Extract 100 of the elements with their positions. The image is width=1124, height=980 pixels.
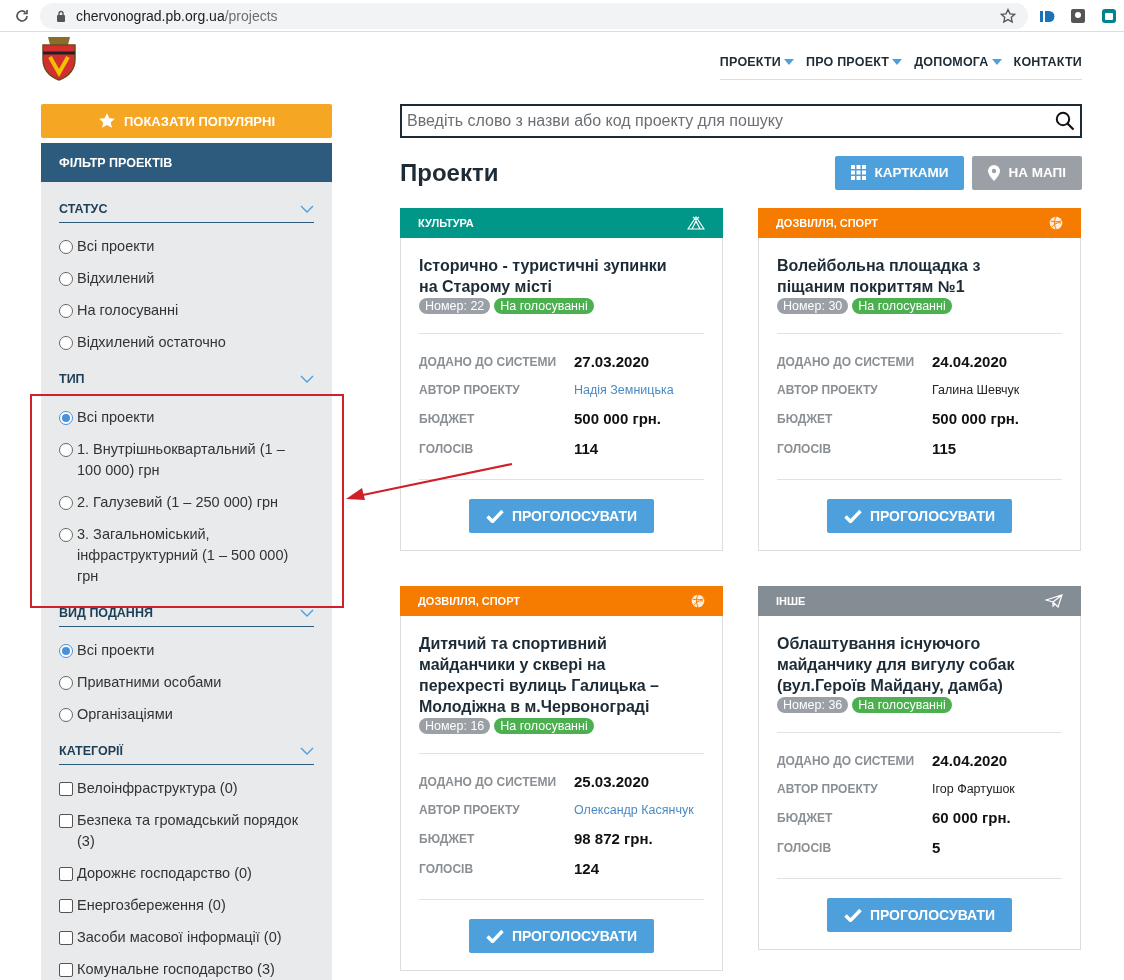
checkmark-icon — [843, 908, 862, 922]
project-title[interactable]: Волейбольна площадка з піщаним покриттям №1 — [777, 255, 1041, 297]
field-value: 500 000 грн. — [932, 410, 1021, 427]
radio-button[interactable] — [59, 411, 73, 425]
lock-icon — [56, 9, 66, 22]
section-title: ТИП — [59, 372, 85, 386]
option-label: Дорожнє господарство (0) — [77, 864, 252, 883]
coat-of-arms-logo[interactable] — [40, 35, 78, 81]
radio-button[interactable] — [59, 644, 73, 658]
field-value: 115 — [932, 440, 958, 457]
nav-link[interactable]: КОНТАКТИ — [1013, 55, 1082, 69]
field-label: БЮДЖЕТ — [419, 831, 476, 846]
field-label: БЮДЖЕТ — [419, 411, 476, 426]
option-label: Велоінфраструктура (0) — [77, 779, 238, 798]
ball-icon — [1049, 216, 1063, 230]
radio-button[interactable] — [59, 496, 73, 510]
field-label: ДОДАНО ДО СИСТЕМИ — [777, 354, 916, 369]
star-icon — [97, 112, 116, 130]
field-label: ГОЛОСІВ — [777, 441, 833, 456]
field-value: 98 872 грн. — [574, 830, 654, 847]
radio-button[interactable] — [59, 304, 73, 318]
checkbox[interactable] — [59, 867, 73, 881]
option-label: 1. Внутрішньоквартальний (1 – 100 000) грн — [77, 440, 286, 480]
author-name: Галина Шевчук — [932, 383, 1021, 397]
radio-button[interactable] — [59, 676, 73, 690]
checkbox[interactable] — [59, 899, 73, 913]
section-title: СТАТУС — [59, 202, 108, 216]
url-text: chervonograd.pb.org.ua/projects — [76, 7, 279, 24]
radio-button[interactable] — [59, 528, 73, 542]
paper-plane-icon — [1045, 594, 1063, 608]
author-name: Ігор Фартушок — [932, 782, 1016, 796]
status-badge: На голосуванні — [494, 718, 594, 734]
option-label: Відхилений остаточно — [77, 333, 226, 352]
option-label: На голосуванні — [77, 301, 179, 320]
bookmark-star-icon[interactable] — [1000, 7, 1016, 24]
option-label: Всі проекти — [77, 641, 155, 660]
checkmark-icon — [485, 929, 504, 943]
radio-button[interactable] — [59, 443, 73, 457]
field-value: 24.04.2020 — [932, 353, 1009, 370]
field-label: ГОЛОСІВ — [777, 840, 833, 855]
search-icon[interactable] — [1055, 111, 1075, 131]
radio-button[interactable] — [59, 240, 73, 254]
page-heading: Проекти — [400, 158, 499, 187]
option-label: Комунальне господарство (3) — [77, 960, 275, 979]
field-label: ДОДАНО ДО СИСТЕМИ — [419, 774, 558, 789]
caret-icon — [892, 59, 903, 65]
filter-section-header[interactable]: СТАТУС — [59, 196, 314, 223]
option-label: Енергозбереження (0) — [77, 896, 226, 915]
field-value: 24.04.2020 — [932, 752, 1009, 769]
field-label: БЮДЖЕТ — [777, 810, 834, 825]
option-label: 2. Галузевий (1 – 250 000) грн — [77, 493, 279, 512]
field-label: АВТОР ПРОЕКТУ — [419, 383, 521, 397]
field-value: 25.03.2020 — [574, 773, 651, 790]
field-label: ДОДАНО ДО СИСТЕМИ — [419, 354, 558, 369]
search-field[interactable]: Введіть слово з назви або код проекту для пошуку — [400, 104, 1082, 138]
project-title[interactable]: Облаштування існуючого майданчику для вигулу собак (вул.Героїв Майдану, дамба) — [777, 633, 1041, 696]
option-label: Всі проекти — [77, 237, 155, 256]
category-label: ДОЗВІЛЛЯ, СПОРТ — [418, 595, 521, 607]
field-value: 124 — [574, 860, 601, 877]
nav-link[interactable]: ДОПОМОГА — [914, 55, 1002, 69]
category-label: КУЛЬТУРА — [418, 217, 474, 229]
field-label: ГОЛОСІВ — [419, 861, 475, 876]
project-title[interactable]: Історично - туристичні зупинки на Старому місті — [419, 255, 683, 297]
caret-icon — [784, 59, 794, 65]
field-label: ДОДАНО ДО СИСТЕМИ — [777, 753, 916, 768]
extension-icon[interactable] — [1100, 6, 1118, 25]
extension-icon[interactable] — [1069, 6, 1087, 25]
field-value: 5 — [932, 839, 942, 856]
option-label: Приватними особами — [77, 673, 222, 692]
author-link[interactable]: Олександр Касянчук — [574, 803, 704, 817]
radio-button[interactable] — [59, 336, 73, 350]
field-value: 60 000 грн. — [932, 809, 1012, 826]
address-bar[interactable]: chervonograd.pb.org.ua/projects — [40, 2, 1028, 29]
checkmark-icon — [485, 509, 504, 523]
nav-link[interactable]: ПРОЕКТИ — [719, 55, 794, 69]
checkbox[interactable] — [59, 963, 73, 977]
checkbox[interactable] — [59, 931, 73, 945]
filter-section-header[interactable]: ВИД ПОДАННЯ — [59, 600, 314, 627]
radio-button[interactable] — [59, 708, 73, 722]
section-title: ВИД ПОДАННЯ — [59, 606, 153, 620]
option-label: Організаціями — [77, 705, 173, 724]
reload-icon[interactable] — [14, 7, 30, 24]
nav-link[interactable]: ПРО ПРОЕКТ — [806, 55, 903, 69]
filter-section-header[interactable]: КАТЕГОРІЇ — [59, 738, 314, 765]
field-value: 27.03.2020 — [574, 353, 651, 370]
status-badge: На голосуванні — [852, 298, 952, 314]
checkbox[interactable] — [59, 782, 73, 796]
radio-button[interactable] — [59, 272, 73, 286]
chevron-down-icon — [300, 375, 314, 383]
project-number-badge: Номер: 22 — [419, 298, 491, 314]
author-link[interactable]: Надія Земницька — [574, 383, 704, 397]
project-title[interactable]: Дитячий та спортивний майданчики у сквері на перехресті вулиць Галицька – Молодіжна в м.Червонограді — [419, 633, 683, 717]
field-value: 500 000 грн. — [574, 410, 663, 427]
filter-section-header[interactable]: ТИП — [59, 366, 314, 392]
checkbox[interactable] — [59, 814, 73, 828]
field-label: АВТОР ПРОЕКТУ — [777, 383, 879, 397]
project-number-badge: Номер: 16 — [419, 718, 491, 734]
checkmark-icon — [843, 509, 862, 523]
filter-title: ФІЛЬТР ПРОЕКТІВ — [59, 155, 173, 170]
chevron-down-icon — [300, 609, 314, 617]
